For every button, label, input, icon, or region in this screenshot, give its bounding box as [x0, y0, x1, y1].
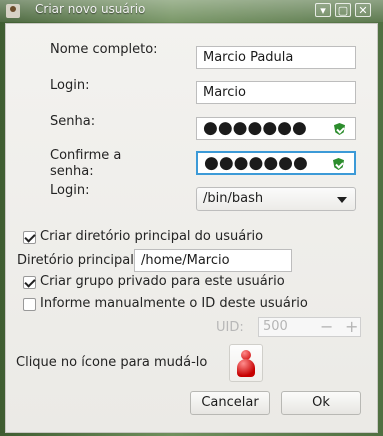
- chevron-down-icon: [337, 197, 347, 203]
- minus-icon[interactable]: −: [320, 317, 333, 336]
- cancel-button[interactable]: Cancelar: [190, 391, 270, 415]
- window-title: Criar novo usuário: [35, 2, 146, 16]
- user-avatar-button[interactable]: [229, 344, 263, 382]
- password-label: Senha:: [50, 114, 96, 129]
- confirm-password-mask: ●●●●●●●: [204, 153, 308, 173]
- manual-uid-label: Informe manualmente o ID deste usuário: [40, 296, 308, 311]
- shell-select[interactable]: /bin/bash: [196, 187, 356, 211]
- minimize-button[interactable]: ▾: [315, 3, 331, 17]
- create-home-label: Criar diretório principal do usuário: [40, 229, 264, 244]
- full-name-label: Nome completo:: [50, 42, 158, 57]
- home-directory-input[interactable]: /home/Marcio: [134, 249, 292, 272]
- password-input[interactable]: ●●●●●●●: [196, 117, 356, 140]
- change-icon-label: Clique no ícone para mudá-lo: [16, 355, 208, 370]
- plus-icon[interactable]: +: [345, 317, 358, 336]
- uid-label: UID:: [216, 320, 244, 335]
- password-mask: ●●●●●●●: [203, 118, 307, 138]
- full-name-input[interactable]: Marcio Padula: [196, 46, 356, 69]
- shell-value: /bin/bash: [203, 191, 264, 206]
- confirm-password-label: Confirme a senha:: [50, 148, 122, 179]
- confirm-password-input[interactable]: ●●●●●●●: [196, 151, 356, 175]
- create-user-window: Criar novo usuário ▾ ▢ ✕ Nome completo: …: [0, 0, 383, 436]
- title-bar[interactable]: Criar novo usuário ▾ ▢ ✕: [0, 0, 383, 22]
- ok-button[interactable]: Ok: [281, 391, 361, 415]
- uid-spinbox[interactable]: 500 − +: [258, 317, 361, 337]
- red-user-icon-body: [237, 359, 255, 377]
- private-group-checkbox[interactable]: [23, 276, 36, 289]
- home-directory-label: Diretório principal: [17, 253, 134, 268]
- shield-check-icon: [334, 123, 345, 135]
- app-icon: [6, 4, 20, 18]
- shell-label: Login:: [50, 183, 90, 198]
- login-label: Login:: [50, 78, 90, 93]
- dialog-panel: Nome completo: Marcio Padula Login: Marc…: [5, 23, 378, 433]
- maximize-button[interactable]: ▢: [335, 3, 351, 17]
- login-input[interactable]: Marcio: [196, 81, 356, 104]
- create-home-checkbox[interactable]: [23, 231, 36, 244]
- uid-value: 500: [263, 319, 288, 334]
- private-group-label: Criar grupo privado para este usuário: [40, 274, 285, 289]
- shield-check-icon: [333, 158, 344, 170]
- close-button[interactable]: ✕: [355, 3, 371, 17]
- manual-uid-checkbox[interactable]: [23, 298, 36, 311]
